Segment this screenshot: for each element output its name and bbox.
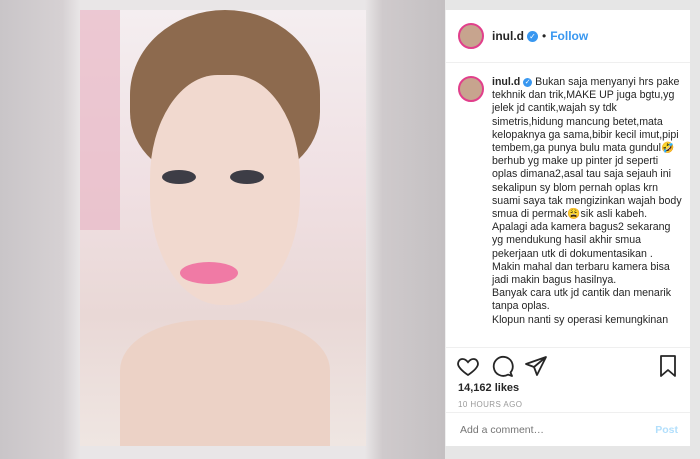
heart-icon[interactable] <box>456 354 480 378</box>
verified-badge-icon: ✓ <box>527 30 538 42</box>
post-timestamp[interactable]: 10 HOURS AGO <box>458 400 522 409</box>
comment-input[interactable] <box>458 423 642 437</box>
photo-shoulders <box>120 320 330 446</box>
comment-avatar[interactable] <box>458 76 484 102</box>
photo-right-eye <box>230 170 264 184</box>
comment-verified-icon: ✓ <box>523 77 533 87</box>
post-side-panel: inul.d ✓ • Follow inul.d ✓ Bukan saja me… <box>445 10 690 446</box>
post-photo[interactable] <box>0 0 445 459</box>
bookmark-icon[interactable] <box>656 354 680 378</box>
caption-text-block: inul.d ✓ Bukan saja menyanyi hrs pake te… <box>492 76 682 327</box>
header-username[interactable]: inul.d <box>492 29 524 43</box>
post-header: inul.d ✓ • Follow <box>446 10 690 63</box>
post-comment-button[interactable]: Post <box>655 424 678 436</box>
photo-lips <box>180 262 238 284</box>
share-icon[interactable] <box>524 354 548 378</box>
caption-text: Bukan saja menyanyi hrs pake tekhnik dan… <box>492 76 682 326</box>
action-bar <box>446 347 690 384</box>
add-comment-bar: Post <box>446 412 690 447</box>
photo-background-panel <box>80 10 120 230</box>
profile-avatar[interactable] <box>458 23 484 49</box>
caption-comment: inul.d ✓ Bukan saja menyanyi hrs pake te… <box>446 62 690 347</box>
comment-username[interactable]: inul.d <box>492 76 520 88</box>
like-count[interactable]: 14,162 likes <box>458 382 519 394</box>
comment-icon[interactable] <box>490 354 514 378</box>
photo-left-eye <box>162 170 196 184</box>
follow-button[interactable]: Follow <box>550 29 588 43</box>
header-separator: • <box>542 29 547 43</box>
instagram-post-frame: inul.d ✓ • Follow inul.d ✓ Bukan saja me… <box>0 0 700 459</box>
